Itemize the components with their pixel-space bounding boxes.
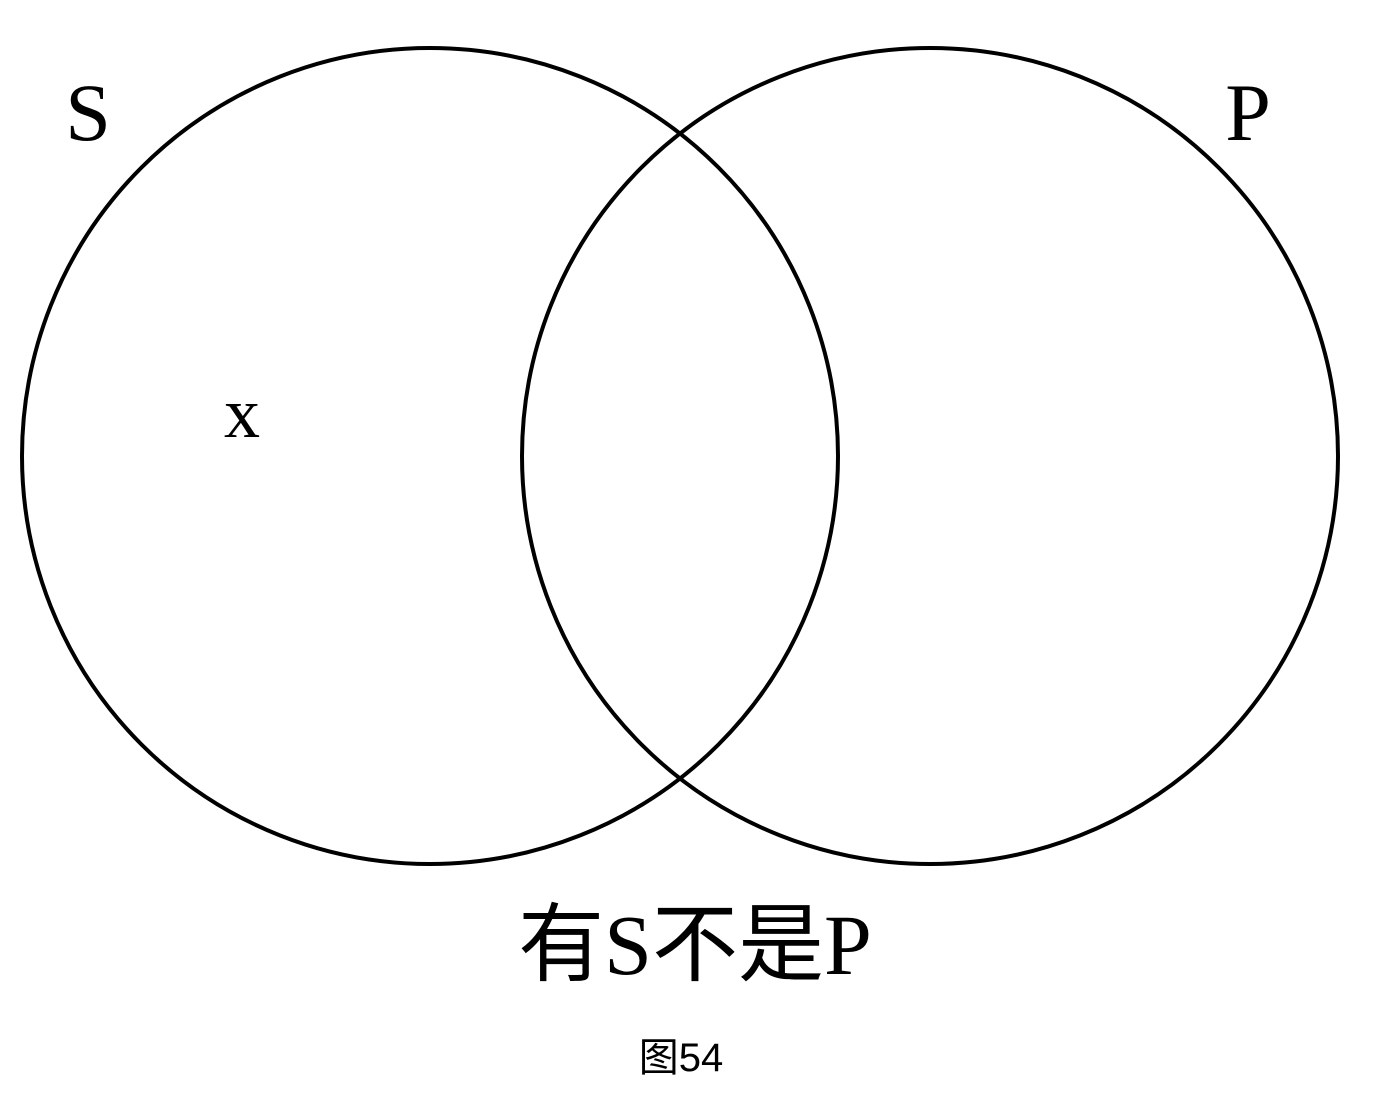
venn-diagram: S P x 有S不是P 图54 (20, 46, 1340, 1080)
proposition-caption: 有S不是P (518, 897, 872, 993)
set-s-circle (20, 46, 840, 866)
set-p-label: P (1225, 67, 1271, 158)
existence-marker: x (224, 373, 260, 453)
set-s-label: S (65, 67, 111, 158)
set-p-circle (520, 46, 1340, 866)
figure-number: 图54 (639, 1036, 724, 1080)
